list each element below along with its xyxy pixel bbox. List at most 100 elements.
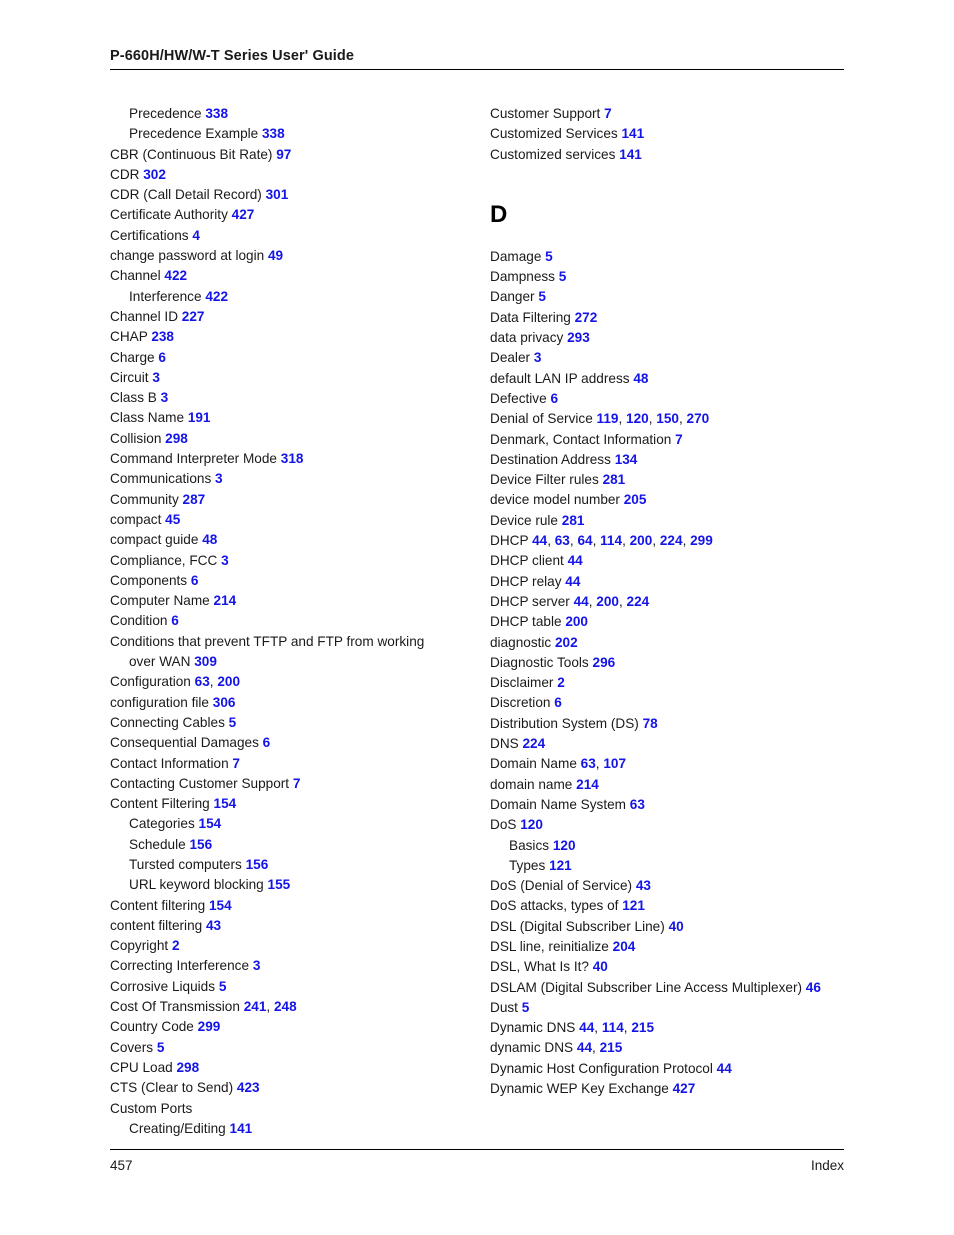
page-number-link[interactable]: 6 [191,573,199,588]
page-number-link[interactable]: 202 [555,635,578,650]
page-number-link[interactable]: 154 [199,816,222,831]
page-number-link[interactable]: 7 [232,756,240,771]
page-number-link[interactable]: 309 [194,654,217,669]
page-number-link[interactable]: 200 [630,533,653,548]
page-number-link[interactable]: 3 [221,553,229,568]
page-number-link[interactable]: 141 [621,126,644,141]
page-number-link[interactable]: 318 [281,451,304,466]
page-number-link[interactable]: 299 [198,1019,221,1034]
page-number-link[interactable]: 120 [553,838,576,853]
page-number-link[interactable]: 3 [152,370,160,385]
page-number-link[interactable]: 338 [205,106,228,121]
page-number-link[interactable]: 5 [559,269,567,284]
page-number-link[interactable]: 191 [188,410,211,425]
page-number-link[interactable]: 43 [206,918,221,933]
page-number-link[interactable]: 6 [554,695,562,710]
page-number-link[interactable]: 154 [214,796,237,811]
page-number-link[interactable]: 224 [522,736,545,751]
page-number-link[interactable]: 44 [532,533,547,548]
page-number-link[interactable]: 301 [266,187,289,202]
page-number-link[interactable]: 154 [209,898,232,913]
page-number-link[interactable]: 45 [165,512,180,527]
page-number-link[interactable]: 306 [213,695,236,710]
page-number-link[interactable]: 302 [143,167,166,182]
page-number-link[interactable]: 248 [274,999,297,1014]
page-number-link[interactable]: 40 [669,919,684,934]
page-number-link[interactable]: 224 [627,594,650,609]
page-number-link[interactable]: 7 [293,776,301,791]
page-number-link[interactable]: 422 [205,289,228,304]
page-number-link[interactable]: 63 [630,797,645,812]
page-number-link[interactable]: 48 [202,532,217,547]
page-number-link[interactable]: 43 [636,878,651,893]
page-number-link[interactable]: 97 [276,147,291,162]
page-number-link[interactable]: 64 [577,533,592,548]
page-number-link[interactable]: 49 [268,248,283,263]
page-number-link[interactable]: 4 [192,228,200,243]
page-number-link[interactable]: 200 [596,594,619,609]
page-number-link[interactable]: 63 [195,674,210,689]
page-number-link[interactable]: 5 [157,1040,165,1055]
page-number-link[interactable]: 134 [615,452,638,467]
page-number-link[interactable]: 44 [574,594,589,609]
page-number-link[interactable]: 293 [567,330,590,345]
page-number-link[interactable]: 281 [603,472,626,487]
page-number-link[interactable]: 141 [619,147,642,162]
page-number-link[interactable]: 5 [219,979,227,994]
page-number-link[interactable]: 200 [217,674,240,689]
page-number-link[interactable]: 423 [237,1080,260,1095]
page-number-link[interactable]: 5 [229,715,237,730]
page-number-link[interactable]: 63 [581,756,596,771]
page-number-link[interactable]: 205 [624,492,647,507]
page-number-link[interactable]: 298 [177,1060,200,1075]
page-number-link[interactable]: 241 [244,999,267,1014]
page-number-link[interactable]: 224 [660,533,683,548]
page-number-link[interactable]: 3 [161,390,169,405]
page-number-link[interactable]: 44 [565,574,580,589]
page-number-link[interactable]: 2 [557,675,565,690]
page-number-link[interactable]: 238 [151,329,174,344]
page-number-link[interactable]: 3 [534,350,542,365]
page-number-link[interactable]: 121 [622,898,645,913]
page-number-link[interactable]: 120 [626,411,649,426]
page-number-link[interactable]: 120 [520,817,543,832]
page-number-link[interactable]: 155 [268,877,291,892]
page-number-link[interactable]: 156 [246,857,269,872]
page-number-link[interactable]: 338 [262,126,285,141]
page-number-link[interactable]: 78 [643,716,658,731]
page-number-link[interactable]: 44 [568,553,583,568]
page-number-link[interactable]: 298 [165,431,188,446]
page-number-link[interactable]: 44 [579,1020,594,1035]
page-number-link[interactable]: 215 [600,1040,623,1055]
page-number-link[interactable]: 5 [522,1000,530,1015]
page-number-link[interactable]: 214 [214,593,237,608]
page-number-link[interactable]: 107 [603,756,626,771]
page-number-link[interactable]: 44 [577,1040,592,1055]
page-number-link[interactable]: 63 [555,533,570,548]
page-number-link[interactable]: 427 [232,207,255,222]
page-number-link[interactable]: 6 [550,391,558,406]
page-number-link[interactable]: 296 [593,655,616,670]
page-number-link[interactable]: 6 [171,613,179,628]
page-number-link[interactable]: 2 [172,938,180,953]
page-number-link[interactable]: 215 [631,1020,654,1035]
page-number-link[interactable]: 150 [656,411,679,426]
page-number-link[interactable]: 272 [575,310,598,325]
page-number-link[interactable]: 46 [806,980,821,995]
page-number-link[interactable]: 114 [600,533,622,548]
page-number-link[interactable]: 427 [673,1081,696,1096]
page-number-link[interactable]: 141 [230,1121,253,1136]
page-number-link[interactable]: 5 [545,249,553,264]
page-number-link[interactable]: 119 [597,411,619,426]
page-number-link[interactable]: 281 [562,513,585,528]
page-number-link[interactable]: 270 [687,411,710,426]
page-number-link[interactable]: 48 [633,371,648,386]
page-number-link[interactable]: 200 [565,614,588,629]
page-number-link[interactable]: 156 [189,837,212,852]
page-number-link[interactable]: 7 [675,432,683,447]
page-number-link[interactable]: 287 [183,492,206,507]
page-number-link[interactable]: 422 [164,268,187,283]
page-number-link[interactable]: 6 [263,735,271,750]
page-number-link[interactable]: 7 [604,106,612,121]
page-number-link[interactable]: 299 [690,533,713,548]
